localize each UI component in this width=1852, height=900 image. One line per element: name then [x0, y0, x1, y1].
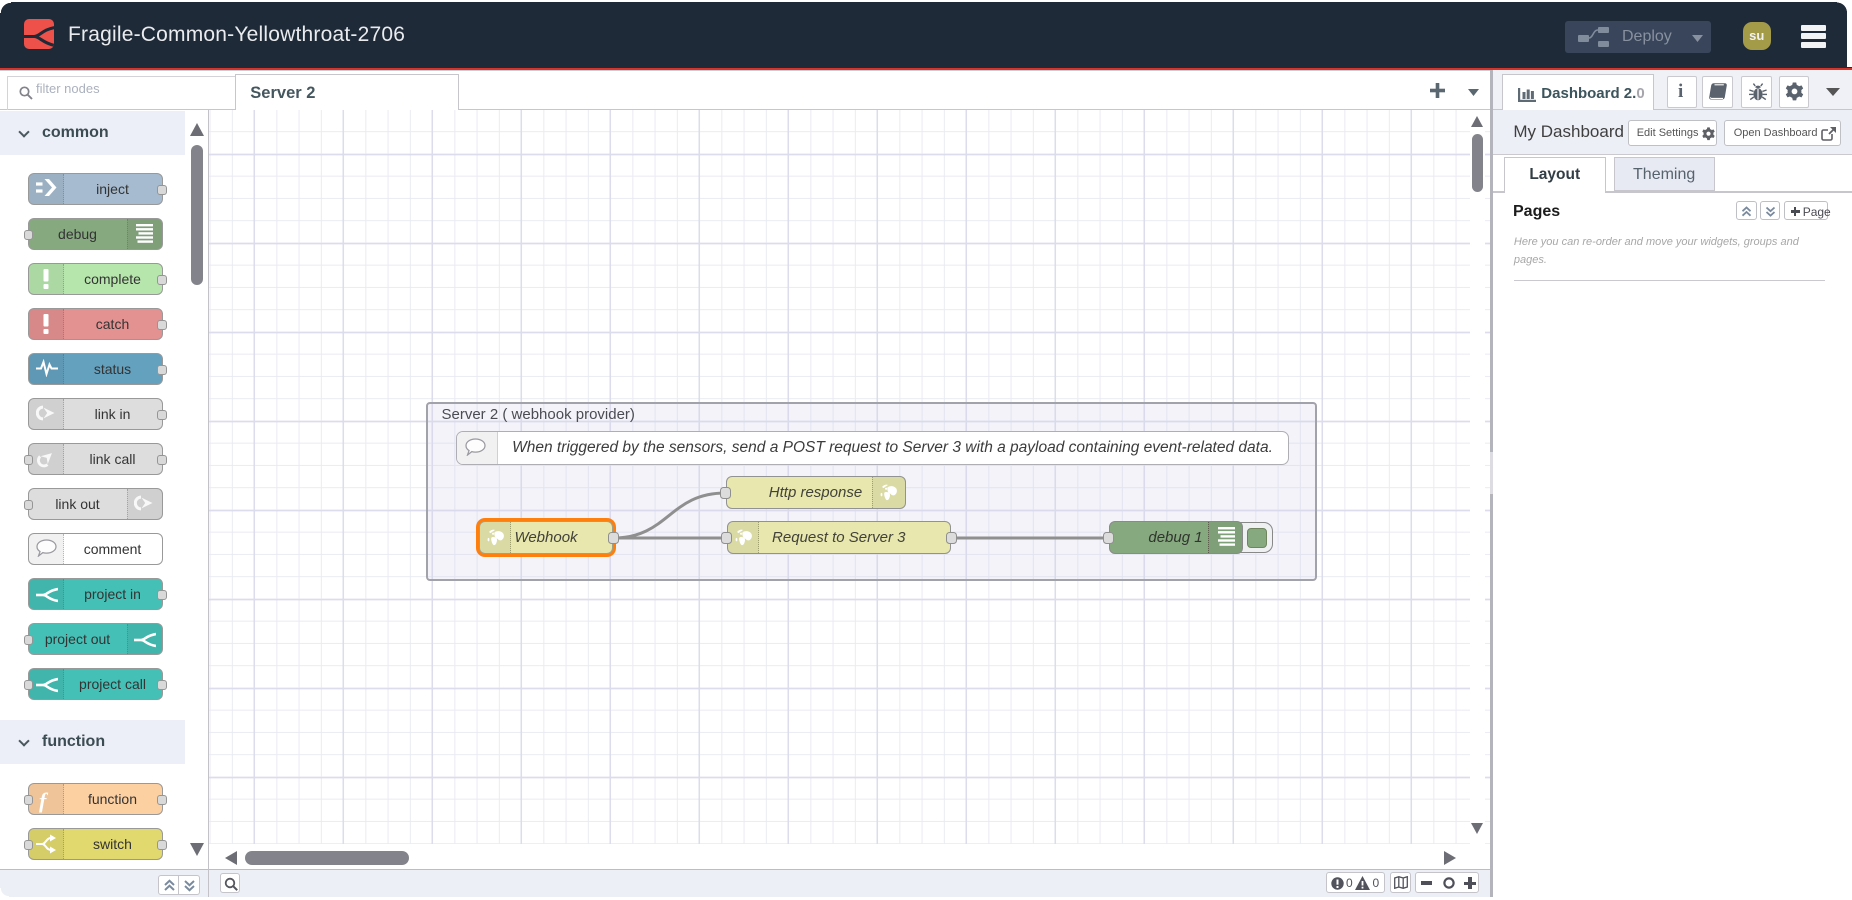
svg-text:f: f — [39, 789, 49, 813]
svg-text:i: i — [1678, 81, 1683, 102]
